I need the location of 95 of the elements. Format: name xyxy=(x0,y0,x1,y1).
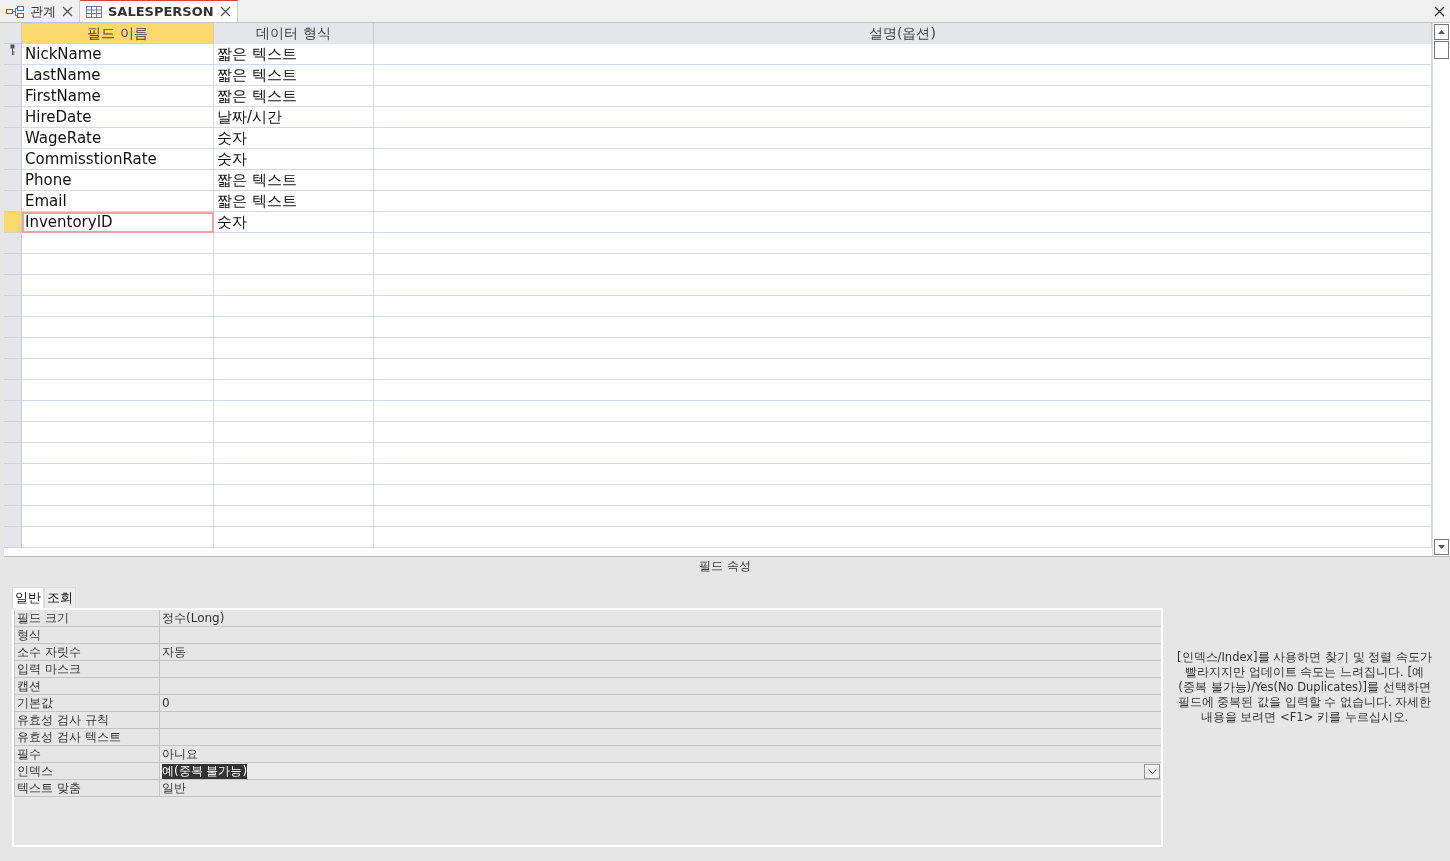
empty-cell[interactable] xyxy=(374,527,1432,548)
empty-cell[interactable] xyxy=(374,401,1432,422)
property-value-field[interactable]: 예(중복 불가능) xyxy=(160,763,1161,779)
description-cell[interactable] xyxy=(374,212,1432,233)
data-type-cell[interactable]: 짧은 텍스트 xyxy=(214,191,374,212)
field-name-cell[interactable]: NickName xyxy=(22,44,214,65)
empty-cell[interactable] xyxy=(214,401,374,422)
help-text: [인덱스/Index]를 사용하면 찾기 및 정렬 속도가 빨라지지만 업데이트 속도는 느려집니다. [예(중복 불가능)/Yes(No Duplicates)]를 선택하면 필드에 중복된 값을 입력할 수 없습니다. 자세한 내용을 보려면 <F1> 키를 누르십시오. xyxy=(1177,650,1432,725)
property-label: 소수 자릿수 xyxy=(14,644,160,660)
field-name-cell[interactable]: HireDate xyxy=(22,107,214,128)
property-value-field[interactable]: 아니요 xyxy=(160,746,1161,762)
scroll-down-button[interactable] xyxy=(1434,539,1449,555)
empty-cell[interactable] xyxy=(214,380,374,401)
dropdown-caret-icon[interactable] xyxy=(1144,763,1160,779)
field-name-cell[interactable]: Phone xyxy=(22,170,214,191)
section-title: 필드 속성 xyxy=(698,558,752,575)
empty-cell[interactable] xyxy=(214,275,374,296)
property-label: 입력 마스크 xyxy=(14,661,160,677)
data-type-cell[interactable]: 짧은 텍스트 xyxy=(214,170,374,191)
empty-cell[interactable] xyxy=(214,254,374,275)
description-cell[interactable] xyxy=(374,86,1432,107)
close-icon[interactable] xyxy=(62,6,73,17)
close-icon[interactable] xyxy=(1433,5,1445,17)
field-name-cell[interactable]: WageRate xyxy=(22,128,214,149)
scrollbar[interactable] xyxy=(1432,23,1450,556)
property-tab[interactable]: 조회 xyxy=(44,587,76,608)
empty-cell[interactable] xyxy=(214,317,374,338)
key-icon xyxy=(10,44,15,55)
empty-cell[interactable] xyxy=(214,527,374,548)
data-type-cell[interactable]: 숫자 xyxy=(214,212,374,233)
property-label: 기본값 xyxy=(14,695,160,711)
close-icon[interactable] xyxy=(219,6,231,17)
data-type-cell[interactable]: 날짜/시간 xyxy=(214,107,374,128)
description-cell[interactable] xyxy=(374,44,1432,65)
description-cell[interactable] xyxy=(374,65,1432,86)
empty-cell[interactable] xyxy=(214,506,374,527)
empty-cell[interactable] xyxy=(374,359,1432,380)
relationships-icon xyxy=(6,5,24,18)
field-name-cell[interactable]: LastName xyxy=(22,65,214,86)
property-value-field[interactable]: 0 xyxy=(160,695,1161,711)
property-label: 필수 xyxy=(14,746,160,762)
empty-cell[interactable] xyxy=(214,359,374,380)
row-selector[interactable] xyxy=(4,44,22,65)
scroll-thumb[interactable] xyxy=(1434,41,1449,59)
empty-cell[interactable] xyxy=(214,464,374,485)
description-cell[interactable] xyxy=(374,191,1432,212)
description-cell[interactable] xyxy=(374,170,1432,191)
empty-cell[interactable] xyxy=(374,338,1432,359)
property-value-field[interactable]: 자동 xyxy=(160,644,1161,660)
data-type-cell[interactable]: 짧은 텍스트 xyxy=(214,65,374,86)
property-label: 캡션 xyxy=(14,678,160,694)
property-label: 텍스트 맞춤 xyxy=(14,780,160,796)
empty-cell[interactable] xyxy=(214,338,374,359)
empty-cell[interactable] xyxy=(374,275,1432,296)
empty-cell[interactable] xyxy=(374,317,1432,338)
table-icon xyxy=(86,5,102,18)
scroll-up-button[interactable] xyxy=(1434,24,1449,40)
up-arrow-icon xyxy=(1438,30,1445,34)
empty-cell[interactable] xyxy=(214,485,374,506)
column-header: 설명(옵션) xyxy=(374,23,1432,44)
field-name-cell[interactable]: Email xyxy=(22,191,214,212)
description-cell[interactable] xyxy=(374,107,1432,128)
empty-cell[interactable] xyxy=(374,233,1432,254)
description-cell[interactable] xyxy=(374,128,1432,149)
empty-cell[interactable] xyxy=(214,443,374,464)
empty-cell[interactable] xyxy=(374,464,1432,485)
field-name-cell[interactable]: FirstName xyxy=(22,86,214,107)
empty-cell[interactable] xyxy=(374,443,1432,464)
empty-cell[interactable] xyxy=(374,254,1432,275)
property-label: 유효성 검사 텍스트 xyxy=(14,729,160,745)
empty-cell[interactable] xyxy=(374,422,1432,443)
empty-cell[interactable] xyxy=(214,422,374,443)
empty-cell[interactable] xyxy=(374,380,1432,401)
empty-cell[interactable] xyxy=(214,233,374,254)
empty-cell[interactable] xyxy=(374,506,1432,527)
data-type-cell[interactable]: 숫자 xyxy=(214,149,374,170)
property-tab[interactable]: 일반 xyxy=(12,587,44,608)
empty-cell[interactable] xyxy=(214,296,374,317)
data-type-cell[interactable]: 짧은 텍스트 xyxy=(214,44,374,65)
description-cell[interactable] xyxy=(374,149,1432,170)
field-name-cell[interactable]: InventoryID xyxy=(22,212,214,233)
property-label: 필드 크기 xyxy=(14,610,160,626)
data-type-cell[interactable]: 짧은 텍스트 xyxy=(214,86,374,107)
document-tab[interactable]: SALESPERSON xyxy=(80,0,238,22)
empty-cell[interactable] xyxy=(374,485,1432,506)
empty-cell[interactable] xyxy=(374,296,1432,317)
field-name-cell[interactable]: CommisstionRate xyxy=(22,149,214,170)
property-value-field[interactable]: 일반 xyxy=(160,780,1161,796)
property-label: 유효성 검사 규칙 xyxy=(14,712,160,728)
column-header: 데이터 형식 xyxy=(214,23,374,44)
down-arrow-icon xyxy=(1438,545,1445,549)
column-header: 필드 이름 xyxy=(22,23,214,44)
data-type-cell[interactable]: 숫자 xyxy=(214,128,374,149)
property-label: 형식 xyxy=(14,627,160,643)
property-value-field[interactable]: 정수(Long) xyxy=(160,610,1161,626)
